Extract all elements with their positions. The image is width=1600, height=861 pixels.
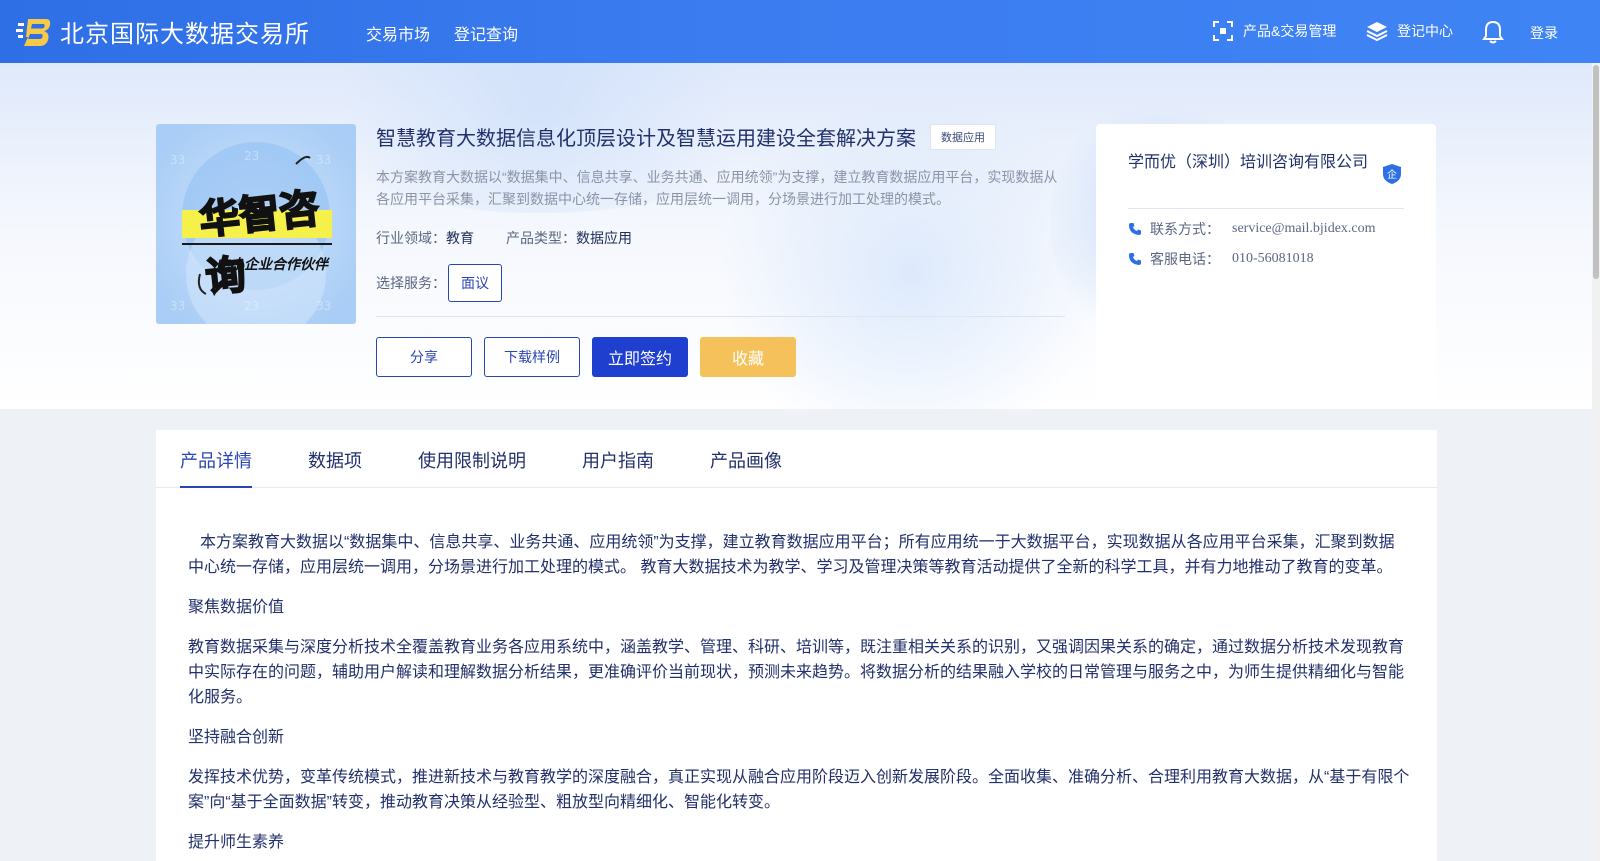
scan-icon: [1213, 21, 1233, 41]
industry-value: 教育: [446, 230, 474, 246]
company-name[interactable]: 学而优（深圳）培训咨询有限公司: [1128, 152, 1368, 174]
bell-icon[interactable]: [1482, 20, 1504, 44]
contact-phone-row: 客服电话： 010-56081018: [1128, 249, 1314, 269]
nav-product-trade-management[interactable]: 产品&交易管理: [1212, 20, 1336, 42]
divider: [1128, 208, 1404, 209]
article-heading-1: 聚焦数据价值: [188, 599, 285, 616]
phone-icon: [1129, 223, 1141, 235]
nav-registry-center[interactable]: 登记中心: [1366, 20, 1453, 42]
article-intro: 本方案教育大数据以“数据集中、信息共享、业务共通、应用统领”为支撑，建立教育数据…: [188, 534, 1395, 576]
nav-trade-market[interactable]: 交易市场: [366, 21, 430, 45]
layers-icon: [1366, 22, 1388, 42]
sign-now-button[interactable]: 立即签约: [592, 337, 688, 377]
product-type-field: 产品类型：数据应用: [506, 228, 632, 248]
contact-email-row: 联系方式： service@mail.bjidex.com: [1128, 219, 1376, 239]
svg-text:33: 33: [316, 299, 331, 313]
product-detail-panel: 产品详情 数据项 使用限制说明 用户指南 产品画像 本方案教育大数据以“数据集中…: [156, 430, 1437, 861]
download-sample-button[interactable]: 下载样例: [484, 337, 580, 377]
industry-label: 行业领域：: [376, 230, 446, 246]
contact-email[interactable]: service@mail.bjidex.com: [1232, 221, 1376, 237]
image-sub-text: 中小企业合作伙伴: [216, 257, 328, 273]
product-image: 33 23 33 33 23 33 华智咨询 中小企业合作伙伴: [156, 124, 356, 324]
product-meta: 行业领域：教育 产品类型：数据应用: [376, 228, 664, 248]
tab-product-portrait[interactable]: 产品画像: [710, 447, 782, 473]
enterprise-badge-text: 企: [1387, 168, 1397, 181]
contact-label: 联系方式：: [1150, 221, 1220, 237]
service-option-negotiable[interactable]: 面议: [448, 264, 502, 302]
product-detail-article: 本方案教育大数据以“数据集中、信息共享、业务共通、应用统领”为支撑，建立教育数据…: [188, 530, 1410, 861]
product-category-tag: 数据应用: [930, 123, 996, 150]
product-type-value: 数据应用: [576, 230, 632, 246]
tab-product-details[interactable]: 产品详情: [180, 447, 252, 473]
enterprise-verified-icon: 企: [1383, 164, 1401, 184]
article-heading-3: 提升师生素养: [188, 834, 285, 851]
brand[interactable]: 北京国际大数据交易所: [16, 14, 310, 49]
product-type-label: 产品类型：: [506, 230, 576, 246]
tab-usage-restrictions[interactable]: 使用限制说明: [418, 447, 526, 473]
favorite-button[interactable]: 收藏: [700, 337, 796, 377]
article-paragraph-1: 教育数据采集与深度分析技术全覆盖教育业务各应用系统中，涵盖教学、管理、科研、培训…: [188, 639, 1405, 706]
product-title-row: 智慧教育大数据信息化顶层设计及智慧运用建设全套解决方案 数据应用: [376, 122, 996, 151]
page-scrollbar[interactable]: [1592, 63, 1600, 861]
phone-label: 客服电话：: [1150, 251, 1220, 267]
nav-registry-center-label: 登记中心: [1397, 23, 1453, 39]
share-button[interactable]: 分享: [376, 337, 472, 377]
phone-number[interactable]: 010-56081018: [1232, 251, 1314, 267]
service-label: 选择服务：: [376, 275, 446, 291]
active-tab-indicator: [180, 486, 252, 488]
divider: [376, 316, 1065, 317]
tab-data-items[interactable]: 数据项: [308, 447, 362, 473]
brand-logo-icon: [16, 18, 51, 46]
product-description: 本方案教育大数据以“数据集中、信息共享、业务共通、应用统领”为支撑，建立教育数据…: [376, 169, 1058, 207]
svg-text:23: 23: [244, 149, 259, 163]
brand-name: 北京国际大数据交易所: [60, 21, 310, 48]
scrollbar-thumb[interactable]: [1593, 65, 1599, 279]
svg-text:23: 23: [244, 299, 259, 313]
login-link[interactable]: 登录: [1530, 23, 1558, 43]
company-card: 学而优（深圳）培训咨询有限公司 企 联系方式： service@mail.bji…: [1096, 124, 1436, 409]
industry-field: 行业领域：教育: [376, 228, 474, 248]
top-navigation-bar: 北京国际大数据交易所 交易市场 登记查询 产品&交易管理 登记中心 登录: [0, 0, 1600, 63]
detail-tabs: 产品详情 数据项 使用限制说明 用户指南 产品画像: [156, 430, 1437, 488]
service-selector: 选择服务： 面议: [376, 264, 502, 302]
image-main-text: 华智咨询: [196, 185, 322, 303]
nav-product-trade-management-label: 产品&交易管理: [1243, 23, 1337, 39]
svg-text:33: 33: [316, 153, 331, 167]
product-title: 智慧教育大数据信息化顶层设计及智慧运用建设全套解决方案: [376, 128, 916, 150]
tab-user-guide[interactable]: 用户指南: [582, 447, 654, 473]
article-paragraph-2: 发挥技术优势，变革传统模式，推进新技术与教育教学的深度融合，真正实现从融合应用阶…: [188, 769, 1410, 811]
article-heading-2: 坚持融合创新: [188, 729, 285, 746]
nav-registry-query[interactable]: 登记查询: [454, 21, 518, 45]
svg-text:33: 33: [170, 153, 185, 167]
svg-text:33: 33: [170, 299, 185, 313]
phone-icon: [1129, 253, 1141, 265]
